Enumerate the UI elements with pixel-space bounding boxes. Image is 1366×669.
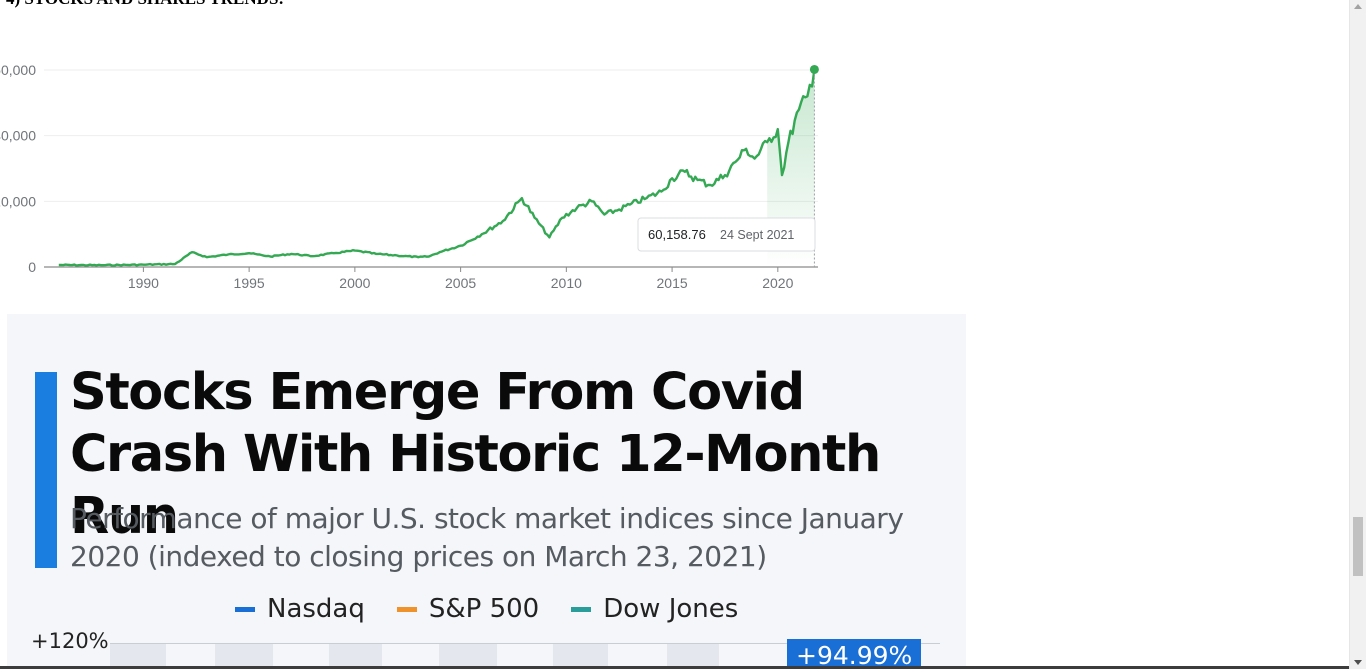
stock-price-chart: 0 20,000 40,000 60,000 1990 1995 2000 2005 2010…: [0, 62, 819, 291]
legend-label: S&P 500: [428, 594, 540, 624]
performance-badge: +94.99%: [787, 639, 922, 669]
x-tick-label: 1995: [234, 275, 265, 291]
infographic-subtitle: Performance of major U.S. stock market i…: [70, 502, 904, 573]
hover-point[interactable]: [809, 64, 819, 74]
x-tick-label: 2015: [657, 275, 688, 291]
x-tick-label: 2000: [339, 275, 370, 291]
x-tick-label: 2005: [445, 275, 476, 291]
legend-item-nasdaq: Nasdaq: [235, 594, 365, 624]
scrollbar-thumb[interactable]: [1353, 517, 1363, 576]
y-tick-label: 20,000: [0, 193, 36, 209]
x-tick-label: 2020: [762, 275, 793, 291]
scroll-down-arrow-icon[interactable]: [1354, 660, 1362, 665]
vertical-scrollbar[interactable]: [1349, 0, 1366, 669]
scroll-up-arrow-icon[interactable]: [1354, 4, 1362, 9]
price-tooltip: 60,158.76 24 Sept 2021: [637, 217, 816, 252]
legend-swatch-nasdaq: [235, 606, 255, 612]
legend-swatch-dow-jones: [571, 606, 592, 612]
legend-label: Dow Jones: [603, 594, 739, 624]
title-accent-bar: [35, 372, 57, 568]
tooltip-value: 60,158.76: [648, 227, 706, 242]
x-tick-label: 1990: [128, 275, 159, 291]
y-tick-label: 40,000: [0, 128, 36, 144]
y-tick-label: +120%: [31, 629, 109, 653]
legend-item-dow-jones: Dow Jones: [571, 594, 738, 624]
legend-item-sp500: S&P 500: [396, 594, 540, 624]
infographic-legend: Nasdaq S&P 500 Dow Jones: [235, 594, 738, 624]
covid-stocks-infographic: Stocks Emerge From Covid Crash With Hist…: [7, 314, 966, 669]
section-heading: 4) STOCKS AND SHARES TRENDS:: [6, 0, 284, 9]
y-tick-label: 0: [28, 259, 36, 275]
legend-label: Nasdaq: [267, 594, 365, 624]
tooltip-date: 24 Sept 2021: [720, 228, 794, 242]
x-tick-label: 2010: [551, 275, 582, 291]
y-tick-label: 60,000: [0, 62, 36, 78]
legend-swatch-sp500: [396, 606, 417, 612]
